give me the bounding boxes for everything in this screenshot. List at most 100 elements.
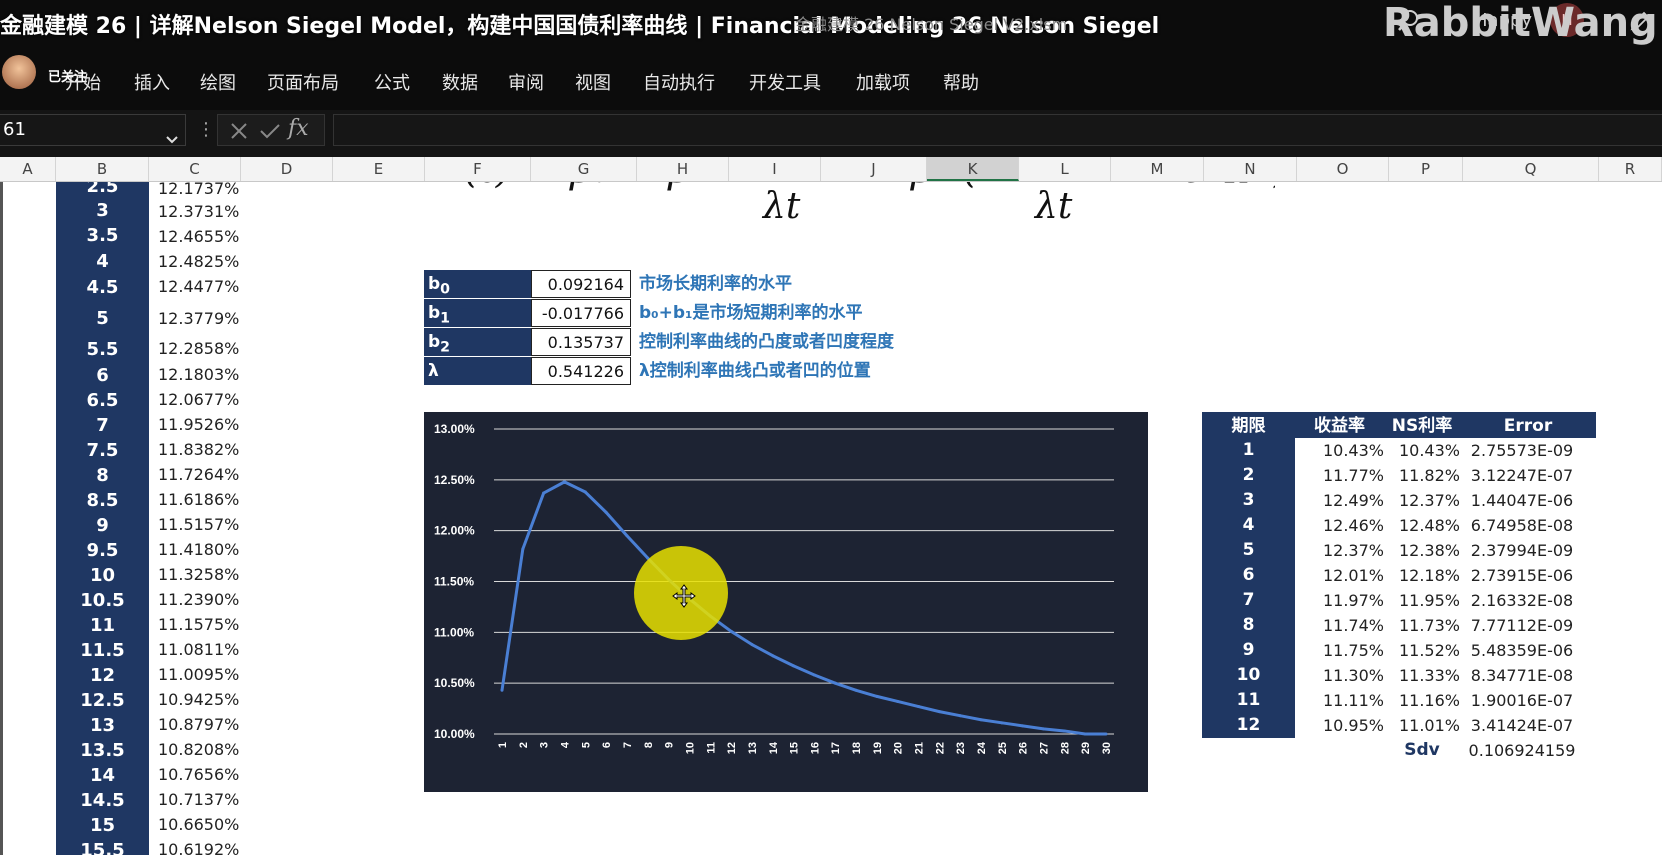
rate-cell[interactable]: 12.1803%: [158, 365, 239, 384]
result-error[interactable]: 2.37994E-09: [1460, 538, 1584, 563]
worksheet-grid[interactable]: 2.5 12.1737% 3 12.3731% 3.5 12.4655% 4 1…: [0, 182, 1662, 855]
column-header-d[interactable]: D: [241, 157, 333, 181]
sdv-value[interactable]: 0.106924159: [1460, 738, 1584, 763]
rate-cell[interactable]: 10.7656%: [158, 765, 239, 784]
column-header-g[interactable]: G: [531, 157, 637, 181]
result-term[interactable]: 4: [1202, 513, 1295, 538]
param-desc-b2[interactable]: 控制利率曲线的凸度或者凹度程度: [639, 328, 894, 356]
result-ns-rate[interactable]: 11.73%: [1384, 613, 1460, 638]
result-yield[interactable]: 11.77%: [1295, 463, 1384, 488]
rate-cell[interactable]: 10.7137%: [158, 790, 239, 809]
term-cell[interactable]: 15.5: [56, 840, 149, 855]
term-cell[interactable]: 5: [56, 308, 149, 329]
result-error[interactable]: 2.73915E-06: [1460, 563, 1584, 588]
result-error[interactable]: 3.12247E-07: [1460, 463, 1584, 488]
param-desc-lambda[interactable]: λ控制利率曲线凸或者凹的位置: [639, 357, 871, 385]
result-error[interactable]: 1.90016E-07: [1460, 688, 1584, 713]
result-ns-rate[interactable]: 12.18%: [1384, 563, 1460, 588]
result-ns-rate[interactable]: 11.82%: [1384, 463, 1460, 488]
column-header-r[interactable]: R: [1599, 157, 1662, 181]
result-term[interactable]: 9: [1202, 638, 1295, 663]
tab-home[interactable]: 开始: [65, 69, 101, 95]
column-header-k[interactable]: K: [927, 157, 1019, 181]
result-yield[interactable]: 12.01%: [1295, 563, 1384, 588]
sdv-label[interactable]: Sdv: [1384, 738, 1460, 763]
column-header-c[interactable]: C: [149, 157, 241, 181]
param-value-b2[interactable]: 0.135737: [531, 328, 631, 356]
term-cell[interactable]: 10.5: [56, 590, 149, 611]
result-yield[interactable]: 12.37%: [1295, 538, 1384, 563]
yield-curve-chart[interactable]: 10.00% 10.50% 11.00% 11.50% 12.00% 12.50% 13.0…: [424, 412, 1148, 792]
term-cell[interactable]: 12.5: [56, 690, 149, 711]
column-header-i[interactable]: I: [729, 157, 821, 181]
term-cell[interactable]: 6.5: [56, 390, 149, 411]
result-error[interactable]: 8.34771E-08: [1460, 663, 1584, 688]
column-header-e[interactable]: E: [333, 157, 425, 181]
result-yield[interactable]: 10.95%: [1295, 713, 1384, 738]
result-ns-rate[interactable]: 11.01%: [1384, 713, 1460, 738]
rate-cell[interactable]: 10.6650%: [158, 815, 239, 834]
term-cell[interactable]: 6: [56, 365, 149, 386]
result-yield[interactable]: 10.43%: [1295, 438, 1384, 463]
term-cell[interactable]: 14.5: [56, 790, 149, 811]
tab-help[interactable]: 帮助: [943, 69, 979, 95]
param-symbol-b0[interactable]: b0: [424, 270, 531, 298]
column-header-b[interactable]: B: [56, 157, 149, 181]
column-header-o[interactable]: O: [1297, 157, 1389, 181]
tab-addins[interactable]: 加载项: [856, 69, 910, 95]
rate-cell[interactable]: 11.5157%: [158, 515, 239, 534]
rate-cell[interactable]: 11.8382%: [158, 440, 239, 459]
term-cell[interactable]: 15: [56, 815, 149, 836]
result-yield[interactable]: 11.30%: [1295, 663, 1384, 688]
column-header-h[interactable]: H: [637, 157, 729, 181]
term-cell[interactable]: 3.5: [56, 225, 149, 246]
result-yield[interactable]: 11.75%: [1295, 638, 1384, 663]
tab-data[interactable]: 数据: [442, 69, 478, 95]
result-term[interactable]: 3: [1202, 488, 1295, 513]
rate-cell[interactable]: 12.2858%: [158, 339, 239, 358]
term-cell[interactable]: 5.5: [56, 339, 149, 360]
result-ns-rate[interactable]: 12.37%: [1384, 488, 1460, 513]
rate-cell[interactable]: 11.3258%: [158, 565, 239, 584]
param-symbol-b1[interactable]: b1: [424, 299, 531, 327]
result-error[interactable]: 7.77112E-09: [1460, 613, 1584, 638]
result-term[interactable]: 12: [1202, 713, 1295, 738]
result-term[interactable]: 10: [1202, 663, 1295, 688]
term-cell[interactable]: 3: [56, 200, 149, 221]
param-symbol-b2[interactable]: b2: [424, 328, 531, 356]
term-cell[interactable]: 8: [56, 465, 149, 486]
column-header-j[interactable]: J: [821, 157, 927, 181]
result-yield[interactable]: 11.74%: [1295, 613, 1384, 638]
rate-cell[interactable]: 12.4825%: [158, 252, 239, 271]
result-ns-rate[interactable]: 11.95%: [1384, 588, 1460, 613]
result-error[interactable]: 5.48359E-06: [1460, 638, 1584, 663]
tab-draw[interactable]: 绘图: [200, 69, 236, 95]
header-yield[interactable]: 收益率: [1295, 412, 1384, 438]
term-cell[interactable]: 12: [56, 665, 149, 686]
param-value-b0[interactable]: 0.092164: [531, 270, 631, 298]
result-term[interactable]: 8: [1202, 613, 1295, 638]
tab-formulas[interactable]: 公式: [374, 69, 410, 95]
result-term[interactable]: 6: [1202, 563, 1295, 588]
result-error[interactable]: 3.41424E-07: [1460, 713, 1584, 738]
check-icon[interactable]: [258, 120, 282, 142]
column-header-a[interactable]: A: [0, 157, 56, 181]
tab-review[interactable]: 审阅: [508, 69, 544, 95]
column-header-m[interactable]: M: [1111, 157, 1204, 181]
rate-cell[interactable]: 12.3779%: [158, 309, 239, 328]
result-error[interactable]: 6.74958E-08: [1460, 513, 1584, 538]
result-error[interactable]: 2.75573E-09: [1460, 438, 1584, 463]
rate-cell[interactable]: 11.6186%: [158, 490, 239, 509]
term-cell[interactable]: 4.5: [56, 277, 149, 298]
result-term[interactable]: 2: [1202, 463, 1295, 488]
result-ns-rate[interactable]: 12.38%: [1384, 538, 1460, 563]
result-term[interactable]: 5: [1202, 538, 1295, 563]
rate-cell[interactable]: 10.9425%: [158, 690, 239, 709]
header-ns-rate[interactable]: NS利率: [1384, 412, 1460, 438]
param-value-lambda[interactable]: 0.541226: [531, 357, 631, 385]
result-term[interactable]: 1: [1202, 438, 1295, 463]
param-desc-b0[interactable]: 市场长期利率的水平: [639, 270, 792, 298]
column-header-f[interactable]: F: [425, 157, 531, 181]
rate-cell[interactable]: 12.4477%: [158, 277, 239, 296]
term-cell[interactable]: 13: [56, 715, 149, 736]
